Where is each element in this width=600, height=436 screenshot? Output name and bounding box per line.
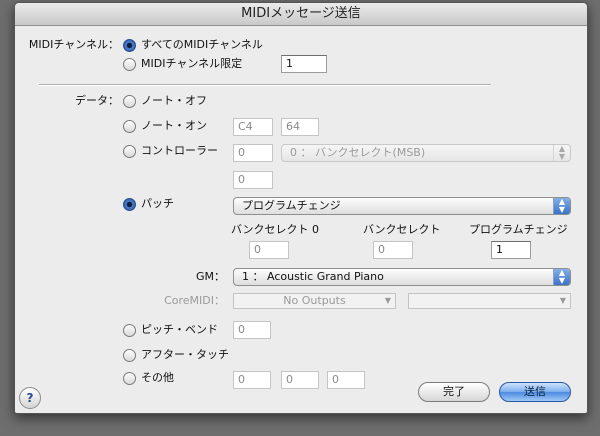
gm-instrument-value: 1 ： Acoustic Grand Piano <box>242 270 384 283</box>
help-icon[interactable]: ? <box>19 387 41 409</box>
popup-down-arrow-icon: ▼ <box>558 205 566 214</box>
all-channels-label[interactable]: すべてのMIDIチャンネル <box>141 38 263 52</box>
bank-select-0-field[interactable]: 0 <box>249 241 289 259</box>
note-on-label[interactable]: ノート・オン <box>141 119 207 133</box>
controller-number-field[interactable]: 0 <box>233 144 273 162</box>
separator <box>39 84 491 86</box>
gm-label: GM： <box>195 270 225 283</box>
radio-controller[interactable] <box>123 145 136 158</box>
radio-aftertouch[interactable] <box>123 349 136 362</box>
specific-channel-label[interactable]: MIDIチャンネル限定 <box>141 57 242 71</box>
other-field-1[interactable]: 0 <box>233 371 271 389</box>
controller-select[interactable]: 0 ： バンクセレクト(MSB) ▲ ▼ <box>281 144 571 162</box>
radio-all-channels[interactable] <box>123 39 136 52</box>
bank-select-label: バンクセレクト <box>363 223 441 236</box>
radio-note-on[interactable] <box>123 120 136 133</box>
bank-select-field[interactable]: 0 <box>373 241 413 259</box>
program-change-field[interactable]: 1 <box>491 241 531 259</box>
controller-label[interactable]: コントローラー <box>141 144 218 158</box>
popup-down-arrow-icon: ▼ <box>558 152 566 161</box>
patch-type-value: プログラムチェンジ <box>242 199 341 212</box>
program-change-label: プログラムチェンジ <box>469 223 568 236</box>
send-button[interactable]: 送信 <box>499 382 571 402</box>
other-field-3[interactable]: 0 <box>327 371 365 389</box>
channel-number-field[interactable]: 1 <box>281 55 327 73</box>
midi-channel-label: MIDIチャンネル： <box>28 38 119 51</box>
aftertouch-label[interactable]: アフター・タッチ <box>141 348 229 362</box>
bank-select-0-label: バンクセレクト 0 <box>231 223 320 236</box>
radio-other[interactable] <box>123 372 136 385</box>
coremidi-label: CoreMIDI： <box>164 294 225 307</box>
pitch-bend-field[interactable]: 0 <box>233 321 271 339</box>
other-label[interactable]: その他 <box>141 371 174 385</box>
note-off-label[interactable]: ノート・オフ <box>141 94 207 108</box>
radio-patch[interactable] <box>123 198 136 211</box>
radio-note-off[interactable] <box>123 95 136 108</box>
window-title: MIDIメッセージ送信 <box>15 3 587 26</box>
popup-arrows-icon: ▲ ▼ <box>553 198 570 214</box>
done-button[interactable]: 完了 <box>418 382 490 402</box>
controller-select-value: 0 ： バンクセレクト(MSB) <box>290 146 426 159</box>
patch-type-select[interactable]: プログラムチェンジ ▲ ▼ <box>233 197 571 215</box>
popup-arrows-icon: ▲ ▼ <box>553 269 570 285</box>
patch-label[interactable]: パッチ <box>141 197 174 211</box>
popup-down-arrow-icon: ▼ <box>558 276 566 285</box>
coremidi-output-select[interactable]: No Outputs ▼ <box>233 293 396 309</box>
popup-arrows-icon: ▲ ▼ <box>553 145 570 161</box>
dropdown-arrow-icon: ▼ <box>384 296 391 305</box>
gm-instrument-select[interactable]: 1 ： Acoustic Grand Piano ▲ ▼ <box>233 268 571 286</box>
other-field-2[interactable]: 0 <box>281 371 319 389</box>
note-on-note-field[interactable]: C4 <box>233 118 273 136</box>
coremidi-device-select[interactable]: ▼ <box>408 293 571 309</box>
radio-pitch-bend[interactable] <box>123 324 136 337</box>
controller-value-field[interactable]: 0 <box>233 171 273 189</box>
send-midi-message-dialog: MIDIメッセージ送信 MIDIチャンネル： すべてのMIDIチャンネル MID… <box>14 2 588 414</box>
data-label: データ： <box>75 94 119 107</box>
radio-specific-channel[interactable] <box>123 58 136 71</box>
coremidi-output-value: No Outputs <box>283 294 346 307</box>
pitch-bend-label[interactable]: ピッチ・ベンド <box>141 323 218 337</box>
note-on-velocity-field[interactable]: 64 <box>281 118 319 136</box>
dropdown-arrow-icon: ▼ <box>559 296 566 305</box>
